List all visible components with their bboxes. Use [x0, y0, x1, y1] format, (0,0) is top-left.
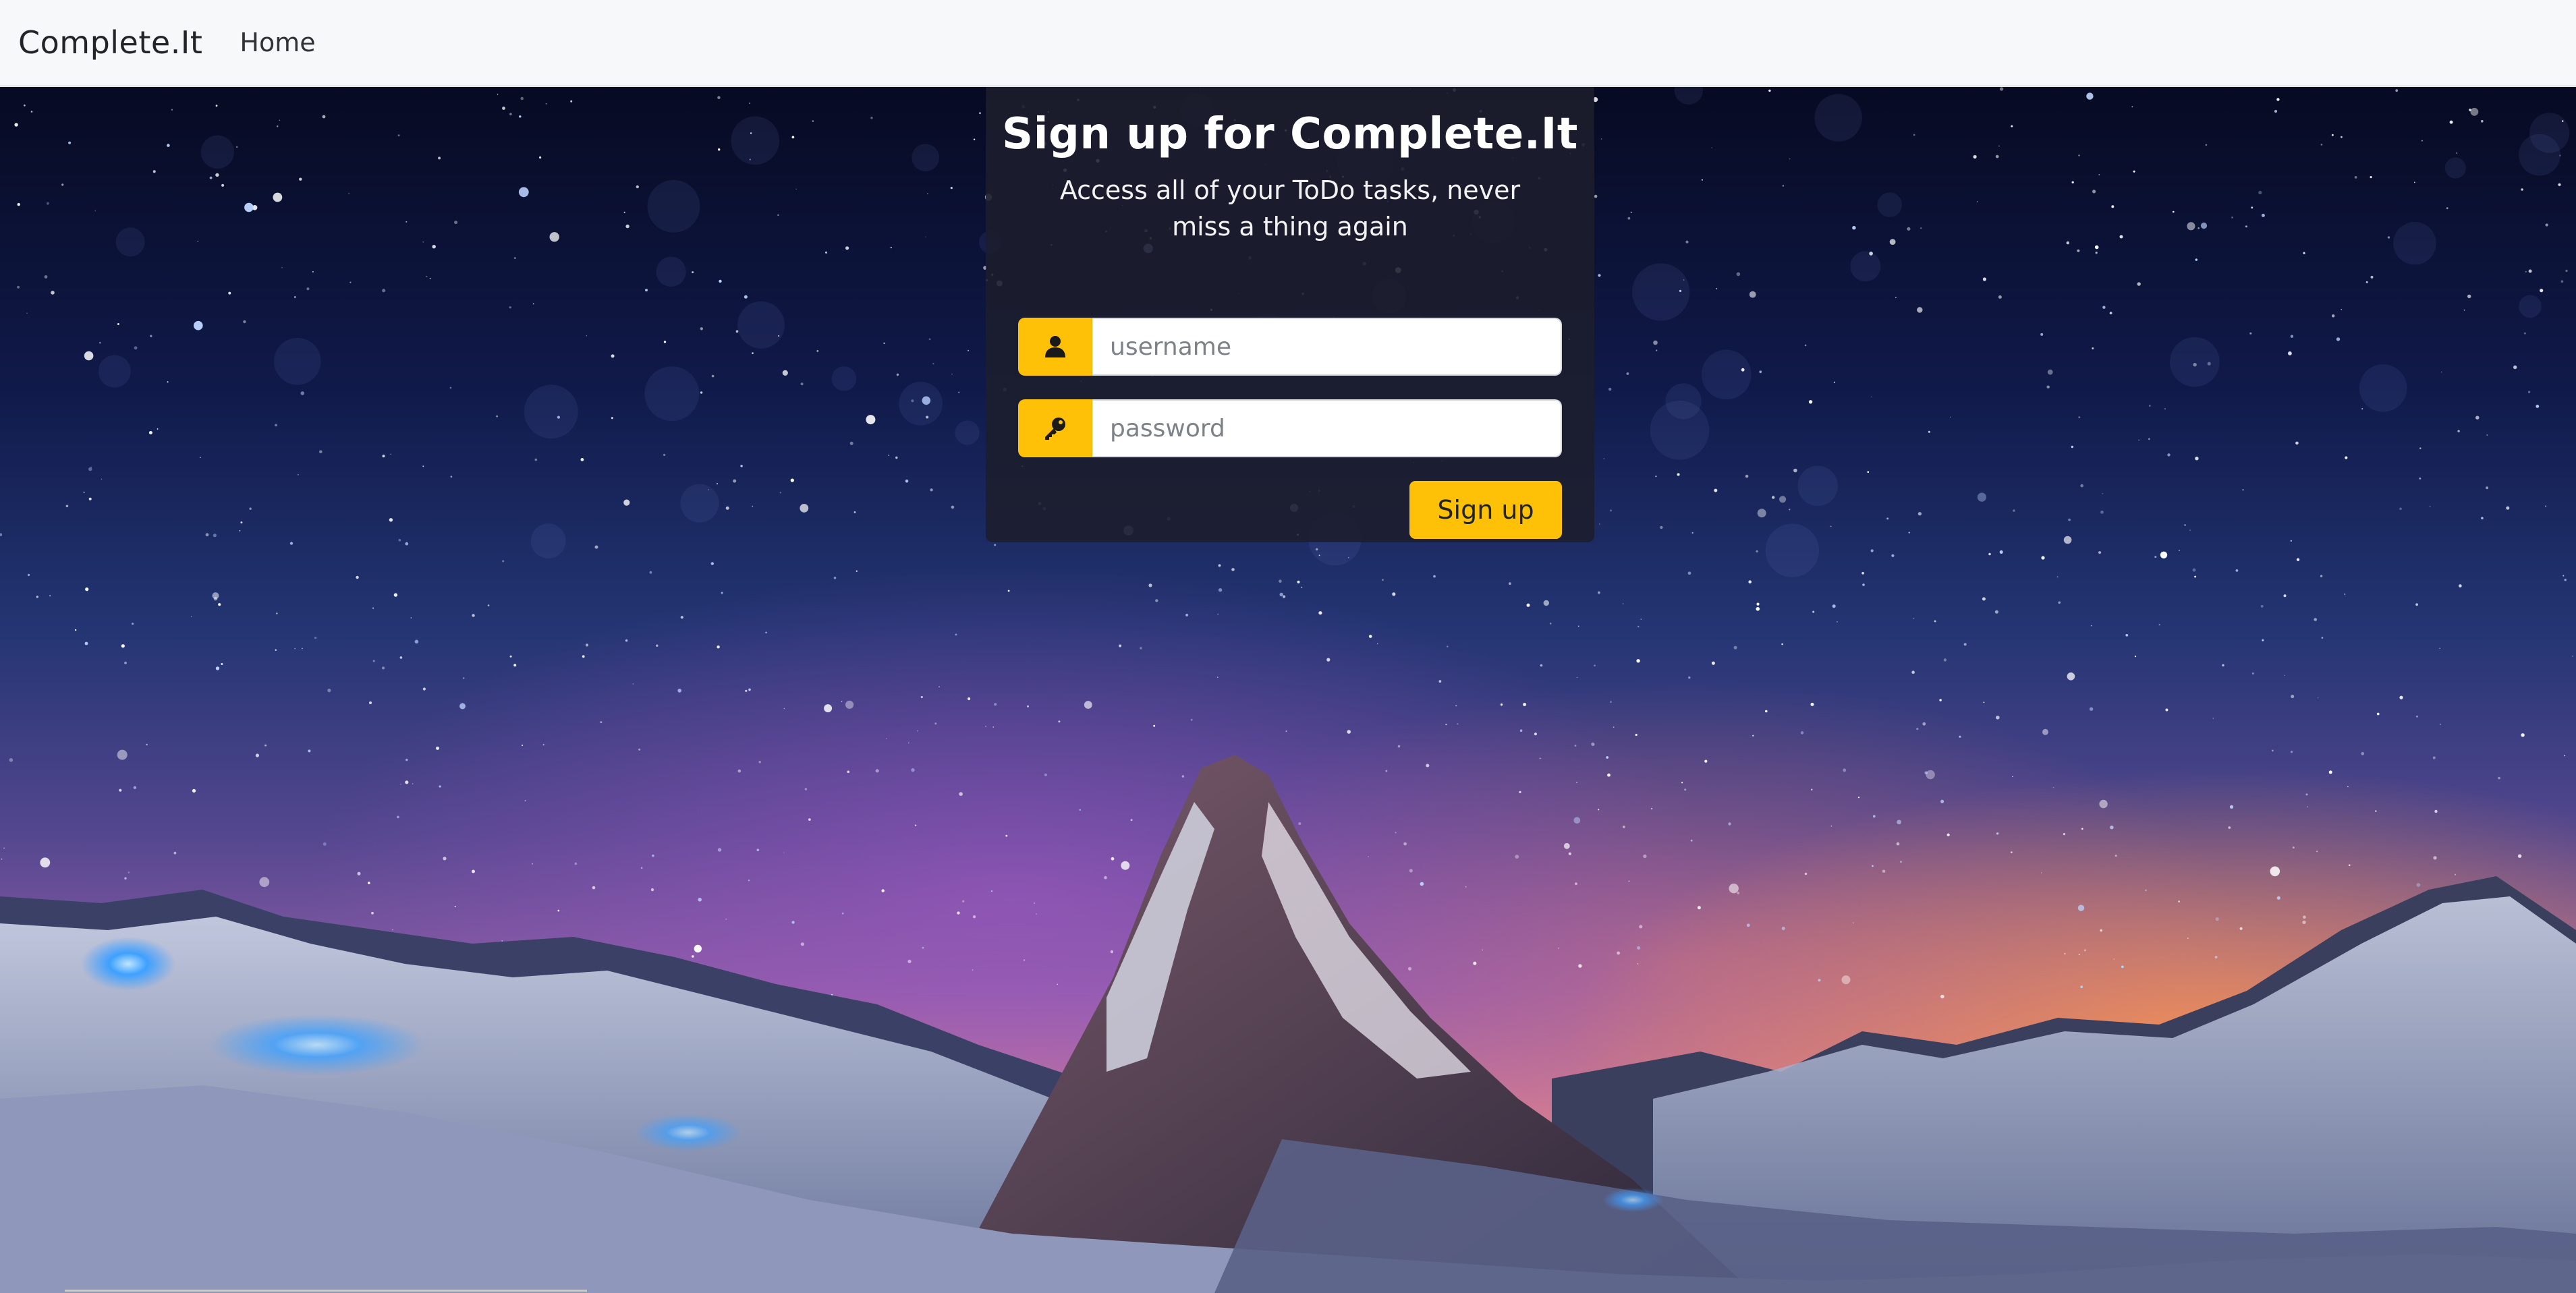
signup-card: Sign up for Complete.It Access all of yo… — [986, 87, 1594, 542]
user-icon — [1018, 318, 1092, 376]
password-input-group — [1018, 399, 1562, 457]
nav-link-home[interactable]: Home — [240, 28, 315, 57]
signup-button[interactable]: Sign up — [1409, 481, 1562, 539]
username-input[interactable] — [1092, 318, 1562, 376]
password-input[interactable] — [1092, 399, 1562, 457]
brand-logo[interactable]: Complete.It — [18, 24, 202, 61]
signup-subtitle: Access all of your ToDo tasks, never mis… — [1059, 175, 1521, 241]
navbar: Complete.It Home — [0, 0, 2576, 87]
key-icon — [1018, 399, 1092, 457]
scrollbar-indicator — [65, 1290, 587, 1292]
username-input-group — [1018, 318, 1562, 376]
signup-title: Sign up for Complete.It — [1002, 109, 1578, 159]
